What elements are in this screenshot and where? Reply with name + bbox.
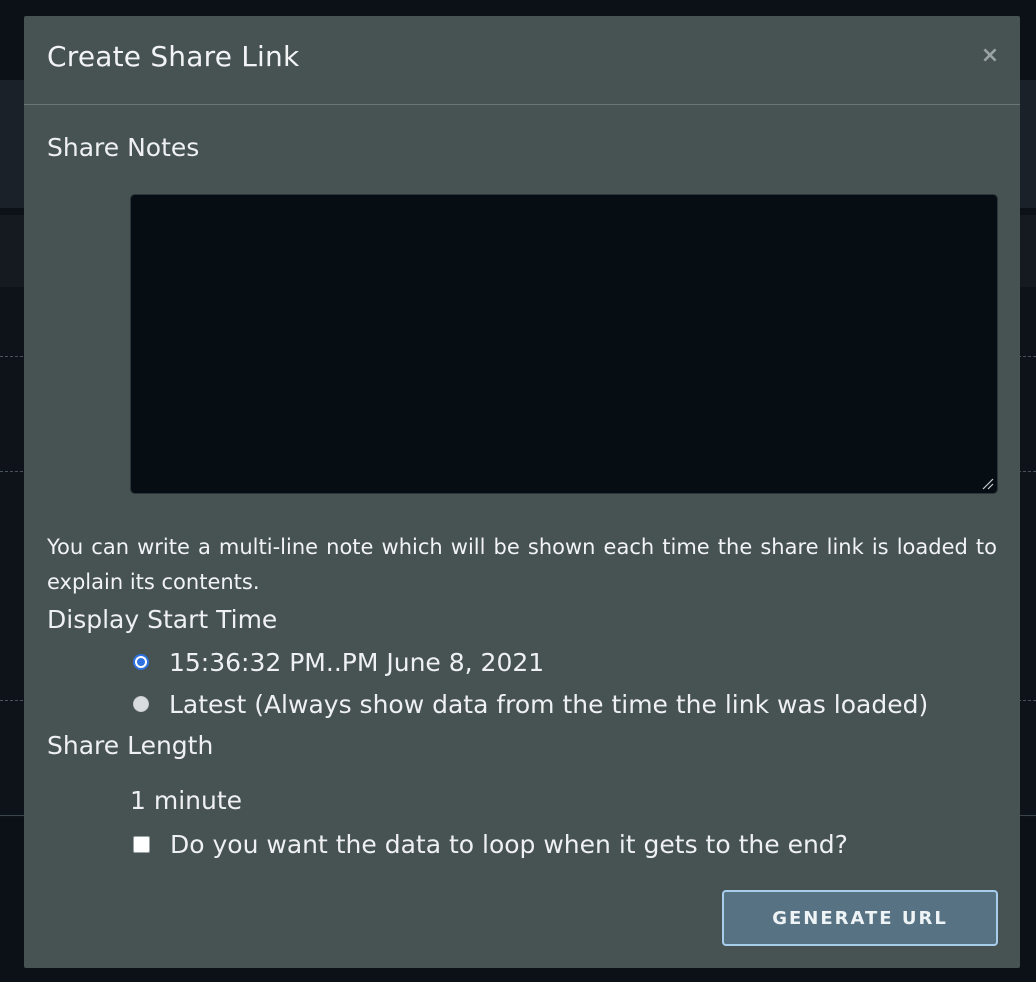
start-time-option-latest[interactable]: Latest (Always show data from the time t… xyxy=(130,688,928,720)
share-length-label: Share Length xyxy=(47,731,214,760)
modal-title: Create Share Link xyxy=(47,40,300,73)
display-start-time-label: Display Start Time xyxy=(47,605,278,634)
start-time-option-label: Latest (Always show data from the time t… xyxy=(169,689,929,719)
radio-button[interactable] xyxy=(133,696,149,712)
start-time-option-specific[interactable]: 15:36:32 PM..PM June 8, 2021 xyxy=(130,646,544,678)
loop-option[interactable]: Do you want the data to loop when it get… xyxy=(130,828,848,860)
share-link-modal: Create Share Link × Share Notes You can … xyxy=(24,16,1020,968)
loop-checkbox[interactable] xyxy=(133,835,150,853)
loop-checkbox-label: Do you want the data to loop when it get… xyxy=(170,829,848,859)
share-length-value[interactable]: 1 minute xyxy=(130,786,242,815)
share-notes-textarea[interactable] xyxy=(130,194,998,494)
modal-header: Create Share Link × xyxy=(24,16,1020,105)
radio-button-checked[interactable] xyxy=(133,654,149,670)
generate-url-button[interactable]: GENERATE URL xyxy=(722,890,998,946)
share-notes-help-text: You can write a multi-line note which wi… xyxy=(47,535,997,594)
share-notes-label: Share Notes xyxy=(47,133,200,162)
resize-grip-icon[interactable] xyxy=(982,478,994,490)
close-icon[interactable]: × xyxy=(980,44,1000,68)
start-time-option-label: 15:36:32 PM..PM June 8, 2021 xyxy=(169,647,545,677)
